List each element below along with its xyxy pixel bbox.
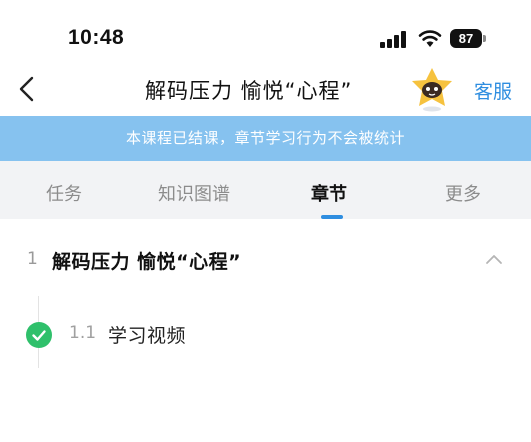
tab-more[interactable]: 更多 bbox=[445, 180, 481, 206]
completed-check-icon bbox=[26, 322, 52, 348]
wifi-icon bbox=[418, 30, 442, 47]
chapter-title: 解码压力 愉悦“心程” bbox=[52, 251, 242, 273]
course-ended-banner: 本课程已结课，章节学习行为不会被统计 bbox=[0, 116, 531, 161]
status-time: 10:48 bbox=[68, 26, 125, 49]
page-title: 解码压力 愉悦“心程” bbox=[145, 79, 353, 103]
cellular-signal-icon bbox=[380, 30, 410, 48]
back-arrow-icon[interactable] bbox=[14, 74, 40, 104]
chapter-number: 1 bbox=[27, 249, 38, 269]
tab-chapters[interactable]: 章节 bbox=[311, 180, 347, 206]
customer-service-link[interactable]: 客服 bbox=[474, 77, 512, 104]
status-bar: 10:48 87 bbox=[0, 0, 531, 64]
section-item[interactable]: 1.1 学习视频 bbox=[0, 310, 531, 356]
battery-icon: 87 bbox=[450, 29, 482, 48]
star-mascot-icon bbox=[412, 68, 452, 112]
battery-cap bbox=[483, 35, 486, 42]
active-tab-indicator bbox=[321, 215, 343, 219]
section-number: 1.1 bbox=[69, 323, 97, 343]
chapter-header[interactable]: 1 解码压力 愉悦“心程” bbox=[0, 232, 531, 288]
tab-knowledge-graph[interactable]: 知识图谱 bbox=[158, 180, 230, 206]
tab-bar: 任务 知识图谱 章节 更多 bbox=[0, 161, 531, 219]
tab-tasks[interactable]: 任务 bbox=[46, 180, 82, 206]
nav-bar: 解码压力 愉悦“心程” 客服 bbox=[0, 64, 531, 116]
chevron-up-icon[interactable] bbox=[484, 252, 504, 266]
section-title: 学习视频 bbox=[108, 325, 187, 347]
